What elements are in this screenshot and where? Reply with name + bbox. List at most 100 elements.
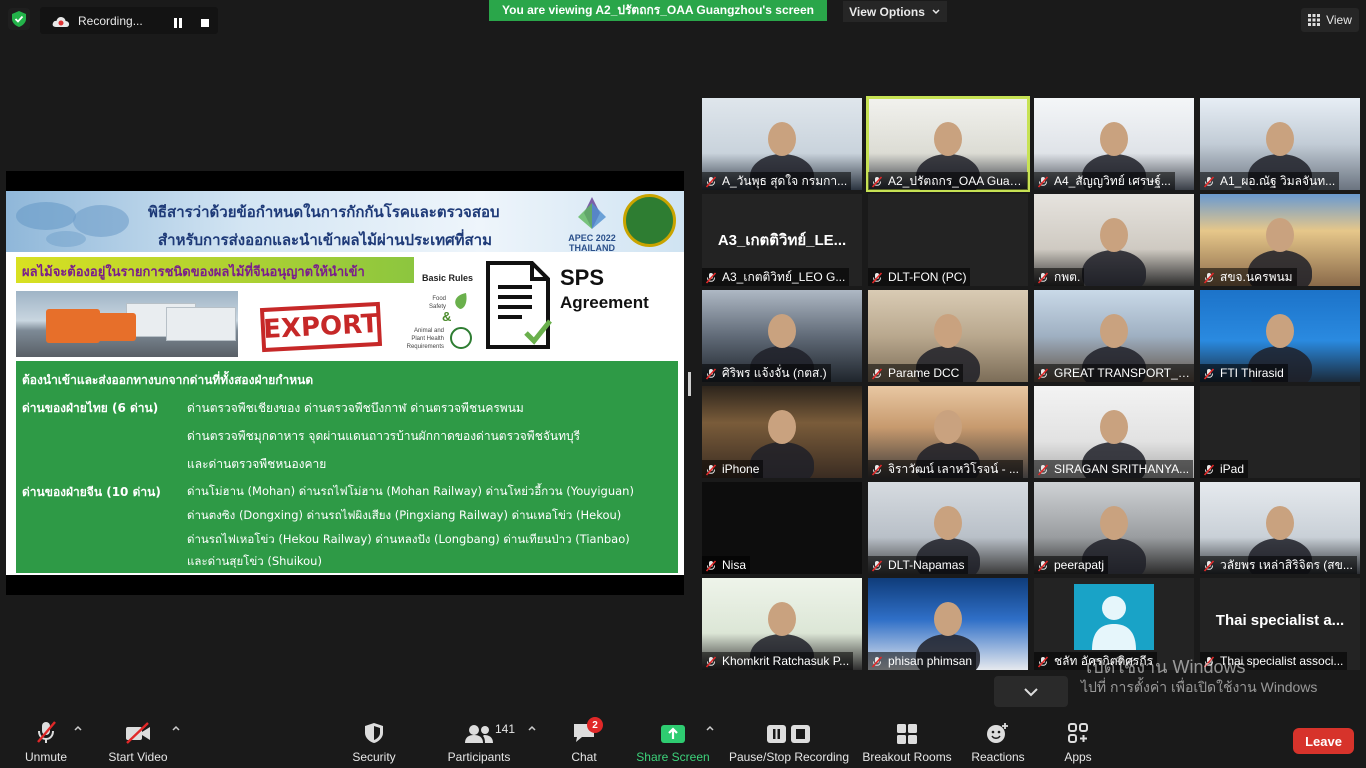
participant-name: A2_ปรัตถกร_OAA Guan... xyxy=(888,173,1024,188)
pause-stop-recording-button[interactable]: Pause/Stop Recording xyxy=(728,712,850,768)
security-button[interactable]: Security xyxy=(348,712,400,768)
china-checkpoints-label: ด่านของฝ่ายจีน (10 ด่าน) xyxy=(22,485,161,499)
participant-tile[interactable]: กพต. xyxy=(1034,194,1194,286)
smiley-plus-icon xyxy=(987,723,1008,743)
participant-video-head xyxy=(934,314,962,348)
shield-icon xyxy=(365,723,383,743)
checkpoints-panel: ต้องนำเข้าและส่งออกทางบกจากด่านที่ทั้งสอ… xyxy=(16,361,678,573)
participant-name-bar: A_วันพุธ สุดใจ กรมกา... xyxy=(702,172,852,190)
chat-label: Chat xyxy=(571,750,597,764)
view-button[interactable]: View xyxy=(1301,8,1359,32)
thai-line-3: และด่านตรวจพืชหนองคาย xyxy=(187,457,327,471)
reactions-label: Reactions xyxy=(971,750,1025,764)
apps-button[interactable]: Apps xyxy=(1058,712,1098,768)
reactions-button[interactable]: Reactions xyxy=(970,712,1026,768)
top-bar: Recording... You are viewing A2_ปรัตถกร_… xyxy=(0,0,1366,40)
participant-tile[interactable]: phisan phimsan xyxy=(868,578,1028,670)
participant-name: FTI Thirasid xyxy=(1220,366,1284,380)
microphone-muted-icon xyxy=(1037,559,1049,572)
participant-tile[interactable]: A_วันพุธ สุดใจ กรมกา... xyxy=(702,98,862,190)
pause-stop-icon xyxy=(767,725,810,743)
apec-logo-text: APEC 2022 THAILAND xyxy=(568,233,616,253)
china-line-4: และด่านสุยโข่ว (Shuikou) xyxy=(187,554,322,568)
participant-tile[interactable]: iPhone xyxy=(702,386,862,478)
participant-video-head xyxy=(768,122,796,156)
microphone-muted-icon xyxy=(705,271,717,284)
apps-icon xyxy=(1068,723,1088,743)
start-video-button[interactable]: Start Video xyxy=(106,712,170,768)
participant-tile[interactable]: iPad xyxy=(1200,386,1360,478)
split-drag-handle[interactable] xyxy=(688,372,691,396)
participant-name: iPhone xyxy=(722,462,760,476)
participant-name-bar: peerapatj xyxy=(1034,556,1109,574)
participant-tile[interactable]: A2_ปรัตถกร_OAA Guan... xyxy=(866,96,1030,192)
participant-tile[interactable]: Nisa xyxy=(702,482,862,574)
meeting-toolbar: Unmute Start Video Security Participants… xyxy=(0,712,1366,768)
participant-tile[interactable]: Khomkrit Ratchasuk P... xyxy=(702,578,862,670)
share-screen-button[interactable]: Share Screen xyxy=(636,712,710,768)
participant-video-head xyxy=(934,122,962,156)
stop-recording-icon[interactable] xyxy=(200,15,210,27)
participant-tile[interactable]: DLT-Napamas xyxy=(868,482,1028,574)
view-options-button[interactable]: View Options xyxy=(843,1,947,22)
microphone-muted-icon xyxy=(1203,463,1215,476)
participant-name: iPad xyxy=(1220,462,1245,476)
participant-tile[interactable]: peerapatj xyxy=(1034,482,1194,574)
participant-video-head xyxy=(1100,410,1128,444)
microphone-muted-icon xyxy=(871,367,883,380)
share-options-caret-icon[interactable] xyxy=(706,724,714,732)
participant-name-bar: SIRAGAN SRITHANYA... xyxy=(1034,460,1194,478)
participant-display-name-large: Thai specialist a... xyxy=(1215,612,1345,629)
participant-tile[interactable]: GREAT TRANSPORT_li... xyxy=(1034,290,1194,382)
participant-name-bar: GREAT TRANSPORT_li... xyxy=(1034,364,1194,382)
participant-tile[interactable]: วลัยพร เหล่าสิริจิตร (สข... xyxy=(1200,482,1360,574)
gallery-next-page-button[interactable] xyxy=(994,676,1068,707)
microphone-muted-icon xyxy=(1203,175,1215,188)
apps-label: Apps xyxy=(1064,750,1092,764)
participant-tile[interactable]: สขจ.นครพนม xyxy=(1200,194,1360,286)
pause-recording-icon[interactable] xyxy=(173,15,183,28)
participant-video-head xyxy=(934,602,962,636)
participant-tile[interactable]: FTI Thirasid xyxy=(1200,290,1360,382)
participant-name: A1_ผอ.ณัฐ วิมลจันท... xyxy=(1220,173,1336,188)
shared-screen[interactable]: พิธีสารว่าด้วยข้อกำหนดในการกักกันโรคและต… xyxy=(6,171,684,595)
view-options-label: View Options xyxy=(849,4,925,19)
participant-tile[interactable]: Parame DCC xyxy=(868,290,1028,382)
participant-tile[interactable]: SIRAGAN SRITHANYA... xyxy=(1034,386,1194,478)
participant-tile[interactable]: A1_ผอ.ณัฐ วิมลจันท... xyxy=(1200,98,1360,190)
breakout-rooms-button[interactable]: Breakout Rooms xyxy=(862,712,952,768)
participant-name-bar: กพต. xyxy=(1034,268,1085,286)
breakout-rooms-label: Breakout Rooms xyxy=(862,750,952,764)
participant-tile[interactable]: A4_สัญญวิทย์ เศรษฐ์... xyxy=(1034,98,1194,190)
security-shield-icon[interactable] xyxy=(8,8,30,30)
leave-button[interactable]: Leave xyxy=(1293,728,1354,754)
participant-tile[interactable]: จิราวัฒน์ เลาหวิโรจน์ - ... xyxy=(868,386,1028,478)
participant-name: จิราวัฒน์ เลาหวิโรจน์ - ... xyxy=(888,461,1019,476)
share-screen-icon xyxy=(661,725,685,743)
recording-indicator: Recording... xyxy=(40,7,218,34)
participant-name-bar: iPhone xyxy=(702,460,764,478)
basic-rules-label: Basic Rules xyxy=(422,273,474,283)
document-check-icon xyxy=(486,261,552,349)
participants-button[interactable]: Participants xyxy=(446,712,512,768)
participants-icon xyxy=(465,725,493,743)
participant-tile[interactable]: DLT-FON (PC) xyxy=(868,194,1028,286)
participants-label: Participants xyxy=(447,750,511,764)
unmute-button[interactable]: Unmute xyxy=(22,712,70,768)
ampersand: & xyxy=(442,309,452,324)
participant-video-head xyxy=(934,506,962,540)
microphone-muted-icon xyxy=(871,271,883,284)
video-options-caret-icon[interactable] xyxy=(172,724,180,732)
participant-tile[interactable]: ศิริพร แจ้งจั่น (กตส.) xyxy=(702,290,862,382)
participants-options-caret-icon[interactable] xyxy=(528,724,536,732)
audio-options-caret-icon[interactable] xyxy=(74,724,82,732)
chat-unread-badge: 2 xyxy=(587,717,603,733)
participant-name-bar: A4_สัญญวิทย์ เศรษฐ์... xyxy=(1034,172,1175,190)
thai-checkpoints-label: ด่านของฝ่ายไทย (6 ด่าน) xyxy=(22,401,159,415)
participant-tile[interactable]: A3_เกตติวิทย์_LE... A3_เกตติวิทย์_LEO G..… xyxy=(702,194,862,286)
truck-shape xyxy=(46,309,100,343)
export-stamp: EXPORT xyxy=(259,301,383,353)
breakout-rooms-icon xyxy=(897,724,917,744)
security-label: Security xyxy=(352,750,396,764)
grid-icon xyxy=(1308,14,1321,26)
